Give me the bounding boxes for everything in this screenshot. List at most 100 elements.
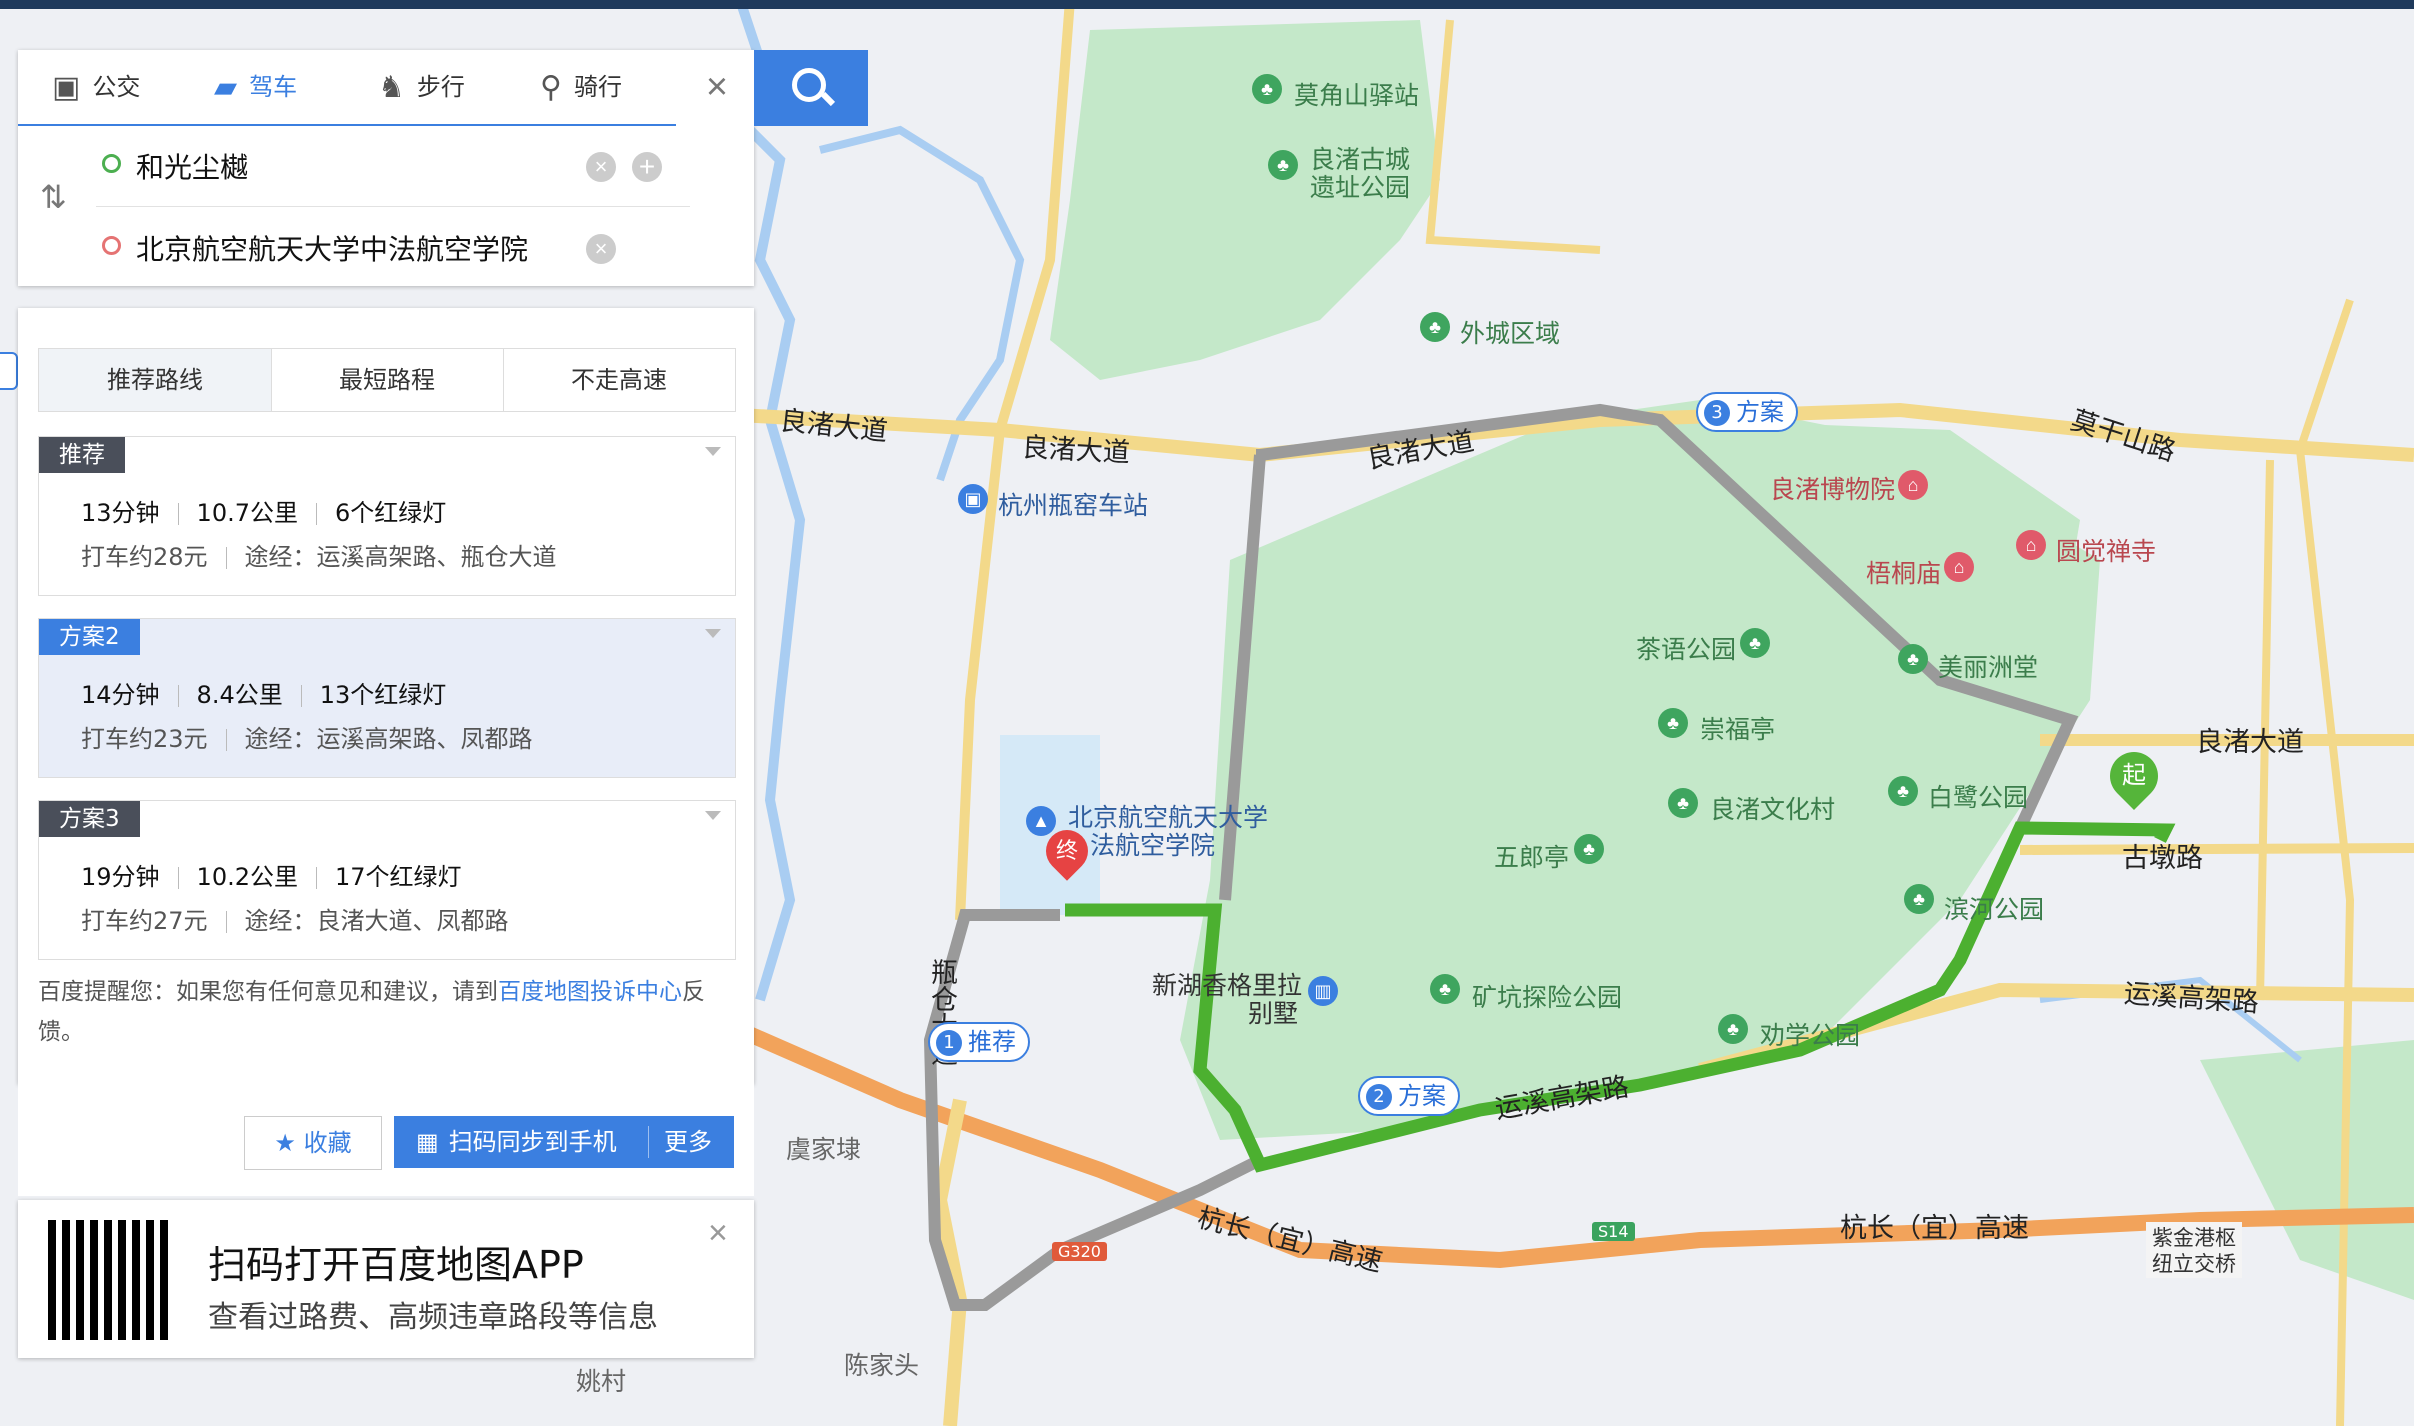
start-marker[interactable]: 起 bbox=[2100, 742, 2168, 810]
label-binhe[interactable]: 滨河公园 bbox=[1944, 890, 2044, 926]
separator bbox=[315, 503, 317, 525]
swap-icon[interactable]: ⇅ bbox=[40, 178, 67, 216]
search-icon-handle bbox=[820, 91, 836, 107]
label-liangzhu-city2[interactable]: 遗址公园 bbox=[1310, 168, 1410, 204]
route-via: 途经：良渚大道、凤都路 bbox=[244, 907, 509, 935]
route-details: 打车约27元 途经：良渚大道、凤都路 bbox=[81, 901, 509, 936]
label-meili[interactable]: 美丽洲堂 bbox=[1938, 648, 2038, 684]
end-marker[interactable]: 终 bbox=[1037, 821, 1097, 881]
route-tag-number: 3 bbox=[1704, 400, 1730, 426]
route-tag-plan2[interactable]: 2 方案 bbox=[1358, 1076, 1460, 1116]
route-distance: 10.2公里 bbox=[196, 863, 298, 891]
label-school2[interactable]: 法航空学院 bbox=[1090, 826, 1215, 862]
route-time: 19分钟 bbox=[81, 863, 160, 891]
origin-input[interactable]: 和光尘樾 bbox=[136, 146, 248, 186]
label-hangchang-right: 杭长（宜）高速 bbox=[1840, 1213, 2029, 1244]
route-badge: 推荐 bbox=[39, 437, 125, 473]
label-yujia: 虞家埭 bbox=[786, 1135, 862, 1164]
route-card-plan2[interactable]: 方案2 14分钟 8.4公里 13个红绿灯 打车约23元 途经：运溪高架路、凤都路 bbox=[38, 618, 736, 778]
label-moja[interactable]: 莫角山驿站 bbox=[1294, 76, 1419, 112]
tab-recommended[interactable]: 推荐路线 bbox=[39, 349, 272, 411]
tab-drive[interactable]: ▰ 驾车 bbox=[214, 50, 297, 124]
route-card-recommended[interactable]: 推荐 13分钟 10.7公里 6个红绿灯 打车约28元 途经：运溪高架路、瓶仓大道 bbox=[38, 436, 736, 596]
route-results-panel: 推荐路线 最短路程 不走高速 推荐 13分钟 10.7公里 6个红绿灯 打车约28元… bbox=[18, 308, 754, 1084]
label-wulang[interactable]: 五郎亭 bbox=[1494, 838, 1569, 874]
label-chongfu[interactable]: 崇福亭 bbox=[1700, 710, 1775, 746]
label-culture[interactable]: 良渚文化村 bbox=[1710, 790, 1835, 826]
add-waypoint-icon[interactable]: + bbox=[632, 152, 662, 182]
scan-sync-button[interactable]: ▦ 扫码同步到手机 更多 bbox=[394, 1116, 734, 1168]
label-kuangkeng[interactable]: 矿坑探险公园 bbox=[1472, 978, 1622, 1014]
label-chenjia: 陈家头 bbox=[844, 1351, 920, 1380]
chevron-down-icon[interactable] bbox=[705, 447, 721, 456]
label-chayu[interactable]: 茶语公园 bbox=[1636, 630, 1736, 666]
route-distance: 10.7公里 bbox=[196, 499, 298, 527]
label-museum[interactable]: 良渚博物院 bbox=[1770, 470, 1895, 506]
complaint-center-link[interactable]: 百度地图投诉中心 bbox=[498, 979, 682, 1005]
label-station[interactable]: 杭州瓶窑车站 bbox=[998, 486, 1148, 522]
label-bailu[interactable]: 白鹭公园 bbox=[1928, 778, 2028, 814]
label-outer-city[interactable]: 外城区域 bbox=[1460, 314, 1560, 350]
route-card-plan3[interactable]: 方案3 19分钟 10.2公里 17个红绿灯 打车约27元 途经：良渚大道、凤都路 bbox=[38, 800, 736, 960]
tab-bike[interactable]: ⚲ 骑行 bbox=[540, 50, 622, 124]
route-summary: 19分钟 10.2公里 17个红绿灯 bbox=[81, 857, 462, 892]
top-header-bar bbox=[0, 0, 2414, 9]
more-button[interactable]: 更多 bbox=[664, 1116, 712, 1168]
tab-drive-label: 驾车 bbox=[249, 73, 298, 101]
separator bbox=[177, 503, 179, 525]
route-preference-tabs: 推荐路线 最短路程 不走高速 bbox=[38, 348, 736, 412]
promo-subtitle: 查看过路费、高频违章路段等信息 bbox=[208, 1300, 658, 1335]
star-icon: ★ bbox=[274, 1129, 296, 1157]
clear-destination-icon[interactable]: × bbox=[586, 234, 616, 264]
temple-icon: ⌂ bbox=[1944, 552, 1974, 582]
close-icon[interactable]: × bbox=[708, 1214, 728, 1253]
tab-no-highway[interactable]: 不走高速 bbox=[503, 349, 735, 411]
destination-input[interactable]: 北京航空航天大学中法航空学院 bbox=[136, 228, 528, 268]
divider bbox=[96, 206, 690, 207]
label-temple[interactable]: 圆觉禅寺 bbox=[2056, 532, 2156, 568]
label-road-lz-east: 良渚大道 bbox=[2196, 727, 2304, 758]
label-wutong[interactable]: 梧桐庙 bbox=[1866, 554, 1941, 590]
route-tag-plan3[interactable]: 3 方案 bbox=[1696, 392, 1798, 432]
route-tag-label: 推荐 bbox=[968, 1028, 1016, 1056]
label-quxue[interactable]: 劝学公园 bbox=[1760, 1016, 1860, 1052]
museum-icon: ⌂ bbox=[1898, 470, 1928, 500]
route-taxi: 打车约27元 bbox=[81, 907, 208, 935]
close-icon[interactable]: × bbox=[694, 64, 740, 110]
chevron-down-icon[interactable] bbox=[705, 811, 721, 820]
favorite-button[interactable]: ★ 收藏 bbox=[244, 1116, 382, 1170]
app-promo-panel: 扫码打开百度地图APP 查看过路费、高频违章路段等信息 × bbox=[18, 1200, 754, 1358]
tab-shortest[interactable]: 最短路程 bbox=[271, 349, 504, 411]
origin-dot-icon bbox=[102, 154, 121, 173]
route-tag-number: 1 bbox=[936, 1030, 962, 1056]
park-icon: ♣ bbox=[1888, 776, 1918, 806]
separator bbox=[315, 867, 317, 889]
route-details: 打车约28元 途经：运溪高架路、瓶仓大道 bbox=[81, 537, 557, 572]
scenic-icon: ♣ bbox=[1252, 74, 1282, 104]
park-icon: ♣ bbox=[1904, 884, 1934, 914]
label-gudun: 古墩路 bbox=[2122, 843, 2203, 874]
label-xinhu2[interactable]: 别墅 bbox=[1248, 994, 1298, 1030]
route-tag-label: 方案 bbox=[1398, 1082, 1446, 1110]
walk-icon: ♞ bbox=[378, 70, 405, 105]
park-icon: ♣ bbox=[1658, 708, 1688, 738]
route-lights: 13个红绿灯 bbox=[319, 681, 447, 709]
tab-walk[interactable]: ♞ 步行 bbox=[378, 50, 465, 124]
badge-s14: S14 bbox=[1592, 1222, 1635, 1241]
chevron-down-icon[interactable] bbox=[705, 629, 721, 638]
route-time: 13分钟 bbox=[81, 499, 160, 527]
tab-bus[interactable]: ▣ 公交 bbox=[52, 50, 140, 124]
train-station-icon: ▣ bbox=[958, 484, 988, 514]
residence-icon: ▥ bbox=[1308, 976, 1338, 1006]
route-taxi: 打车约28元 bbox=[81, 543, 208, 571]
destination-dot-icon bbox=[102, 236, 121, 255]
separator bbox=[300, 685, 302, 707]
qr-code-icon: ▦ bbox=[416, 1128, 439, 1156]
search-button[interactable] bbox=[754, 50, 868, 126]
tab-bike-label: 骑行 bbox=[573, 73, 622, 101]
locate-icon[interactable] bbox=[0, 352, 18, 390]
clear-origin-icon[interactable]: × bbox=[586, 152, 616, 182]
route-lights: 6个红绿灯 bbox=[334, 499, 447, 527]
badge-g320: G320 bbox=[1052, 1242, 1107, 1261]
route-tag-recommended[interactable]: 1 推荐 bbox=[928, 1022, 1030, 1062]
